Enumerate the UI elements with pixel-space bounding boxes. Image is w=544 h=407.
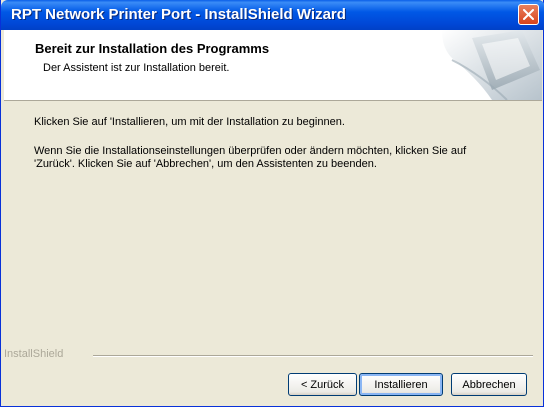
- wizard-body: Klicken Sie auf 'Installieren, um mit de…: [4, 101, 542, 351]
- close-icon: [523, 9, 534, 20]
- close-button[interactable]: [518, 4, 539, 25]
- instruction-text: Klicken Sie auf 'Installieren, um mit de…: [34, 116, 345, 128]
- header-subtitle: Der Assistent ist zur Installation berei…: [43, 62, 230, 74]
- cancel-button[interactable]: Abbrechen: [451, 373, 527, 396]
- footer-divider: [93, 355, 533, 357]
- install-button[interactable]: Installieren: [359, 373, 443, 396]
- wizard-window: RPT Network Printer Port - InstallShield…: [0, 0, 544, 407]
- wizard-header: Bereit zur Installation des Programms De…: [4, 30, 542, 101]
- header-title: Bereit zur Installation des Programms: [35, 41, 270, 56]
- back-button[interactable]: < Zurück: [288, 373, 357, 396]
- info-text-line-2: 'Zurück'. Klicken Sie auf 'Abbrechen', u…: [34, 158, 377, 170]
- window-title: RPT Network Printer Port - InstallShield…: [11, 6, 346, 23]
- title-bar[interactable]: RPT Network Printer Port - InstallShield…: [1, 0, 544, 30]
- installshield-brand: InstallShield: [4, 348, 64, 360]
- info-text-line-1: Wenn Sie die Installationseinstellungen …: [34, 145, 467, 157]
- computer-graphic-icon: [442, 30, 542, 100]
